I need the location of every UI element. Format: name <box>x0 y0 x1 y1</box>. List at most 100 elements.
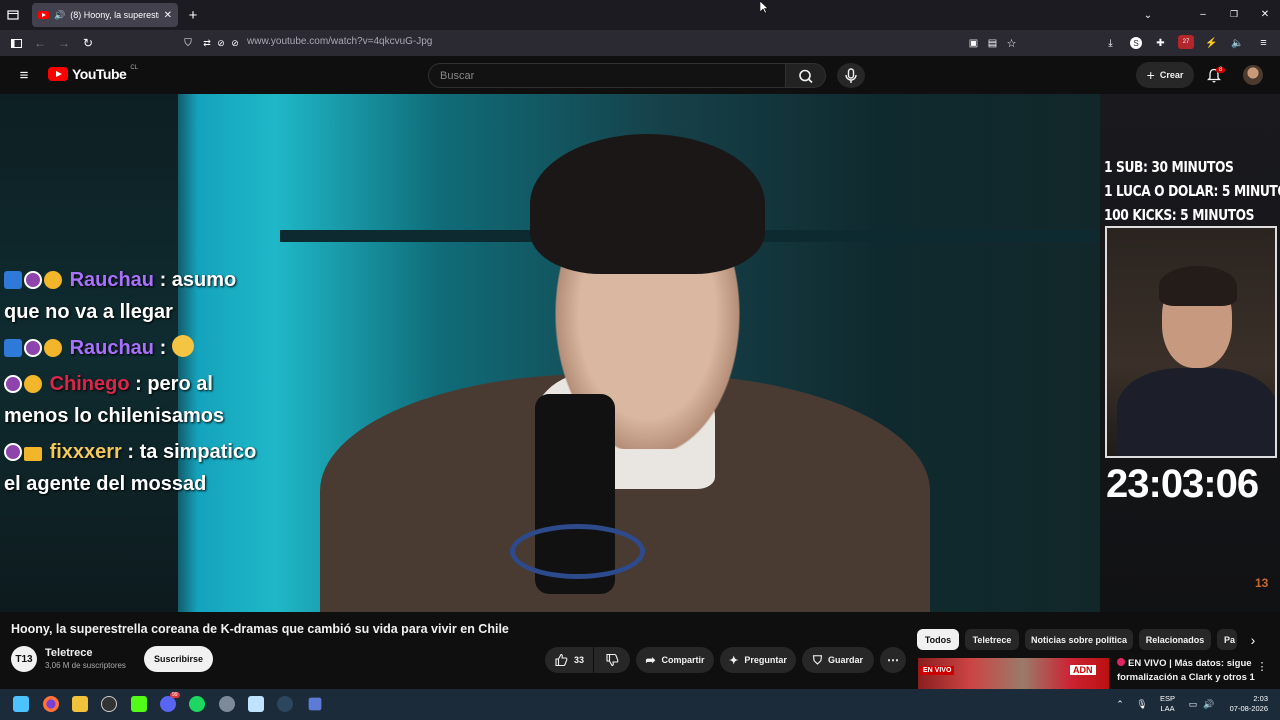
sidebar-icon[interactable] <box>9 36 23 50</box>
chip-relacionados[interactable]: Relacionados <box>1139 629 1211 650</box>
ds-badge-icon <box>4 443 22 461</box>
menu-icon[interactable]: ≡ <box>1257 37 1270 49</box>
live-dot-icon <box>1117 658 1125 666</box>
new-tab-button[interactable]: + <box>186 7 200 24</box>
chat-username: Rauchau <box>69 269 155 291</box>
forward-button[interactable]: → <box>57 36 71 50</box>
close-window-button[interactable]: ✕ <box>1258 7 1272 21</box>
discord-icon[interactable] <box>160 696 176 712</box>
recommendation-menu-icon[interactable]: ⋮ <box>1256 659 1268 673</box>
extension-counter-icon[interactable]: 27 <box>1178 35 1194 49</box>
chat-message-continued: menos lo chilenisamos <box>4 405 225 427</box>
shield-icon[interactable]: ⛉ <box>182 37 194 49</box>
firefox-icon[interactable] <box>43 696 59 712</box>
subscribe-button[interactable]: Suscribirse <box>144 646 213 672</box>
thinking-emote-icon <box>171 335 194 357</box>
chip-politica[interactable]: Noticias sobre política <box>1025 629 1133 650</box>
windows-start-icon[interactable] <box>13 696 29 712</box>
ask-button[interactable]: ✦ Preguntar <box>720 647 796 673</box>
youtube-header: ≡ YouTube CL Buscar <box>0 56 1280 94</box>
steam-icon[interactable] <box>277 696 293 712</box>
sparkle-icon: ✦ <box>729 654 739 667</box>
app-icon[interactable] <box>308 697 322 711</box>
extensions-icon[interactable]: ✚ <box>1154 37 1167 49</box>
chip-partial[interactable]: Pa <box>1217 629 1237 650</box>
like-button[interactable]: 33 <box>545 647 593 673</box>
extension-purple-icon[interactable]: ⚡ <box>1205 37 1218 49</box>
chevron-down-icon[interactable]: ⌄ <box>1141 8 1155 22</box>
share-icon: ➦ <box>645 653 656 667</box>
volume-extension-icon[interactable]: 🔈 <box>1231 37 1244 49</box>
recommendation-title[interactable]: EN VIVO | Más datos: sigue formalización… <box>1117 657 1257 685</box>
maximize-button[interactable]: ❐ <box>1227 7 1241 21</box>
video-title: Hoony, la superestrella coreana de K-dra… <box>11 622 509 636</box>
voice-search-button[interactable] <box>837 63 865 88</box>
ds-badge-icon <box>24 339 42 357</box>
chat-text: : pero al <box>135 373 213 395</box>
tab-list-icon[interactable] <box>6 8 20 22</box>
channel-avatar[interactable]: T13 <box>11 646 37 672</box>
minimize-button[interactable]: – <box>1196 7 1210 21</box>
permissions-icon[interactable]: ⇄ <box>201 37 213 49</box>
bookmark-star-icon[interactable]: ☆ <box>1005 37 1018 50</box>
notepad-icon[interactable] <box>248 696 264 712</box>
chip-todos[interactable]: Todos <box>917 629 959 650</box>
network-icon[interactable]: ▭ <box>1187 698 1199 710</box>
youtube-logo[interactable]: YouTube CL <box>48 65 138 82</box>
system-clock[interactable]: 2:03 07-08-2026 <box>1226 694 1268 714</box>
chat-text: : asumo <box>159 269 237 291</box>
subathon-goal: 1 SUB: 30 MINUTOS <box>1104 158 1234 176</box>
downloads-icon[interactable]: ⤓ <box>1104 37 1117 49</box>
picture-in-picture-icon[interactable]: ▣ <box>967 37 980 49</box>
thumbs-down-icon <box>606 653 619 667</box>
create-button[interactable]: + Crear <box>1136 62 1194 88</box>
video-mic-mount <box>510 524 645 579</box>
subathon-goal: 1 LUCA O DOLAR: 5 MINUTOS <box>1104 182 1280 200</box>
youtube-favicon-icon <box>38 11 49 19</box>
discord-badge: 99 <box>170 692 180 698</box>
chip-teletrece[interactable]: Teletrece <box>965 629 1019 650</box>
chevron-right-icon[interactable]: › <box>1245 632 1261 648</box>
like-count: 33 <box>573 655 584 665</box>
spotify-icon[interactable] <box>189 696 205 712</box>
language-code: ESP <box>1160 694 1176 703</box>
hamburger-menu-icon[interactable]: ≡ <box>16 67 32 84</box>
chat-text: : ta simpatico <box>127 441 257 463</box>
notifications-badge: 8 <box>1216 67 1226 73</box>
search-input[interactable]: Buscar <box>428 63 786 88</box>
more-actions-button[interactable]: ⋯ <box>880 647 906 673</box>
subscriber-count: 3,06 M de suscriptores <box>45 661 126 670</box>
dislike-button[interactable] <box>594 647 630 673</box>
tracking-blocked-icon[interactable]: ⊘ <box>215 37 227 49</box>
channel-watermark: 13 <box>1255 576 1269 590</box>
browser-tab-active[interactable]: 🔊 (8) Hoony, la superestrella c ✕ <box>32 3 178 27</box>
mute-indicator-icon[interactable]: ⊘ <box>229 37 241 49</box>
search-button[interactable] <box>786 63 826 88</box>
ds-badge-icon <box>24 271 42 289</box>
keyboard-language[interactable]: ESP LAA <box>1160 694 1175 714</box>
chat-username: Rauchau <box>69 337 155 359</box>
youtube-logo-text: YouTube <box>72 66 127 82</box>
speaker-icon[interactable]: 🔊 <box>54 10 65 21</box>
create-label: Crear <box>1159 70 1184 80</box>
save-button[interactable]: ⛉ Guardar <box>802 647 874 673</box>
account-icon[interactable]: S <box>1130 37 1142 49</box>
back-button[interactable]: ← <box>33 36 47 50</box>
close-tab-icon[interactable]: ✕ <box>164 10 172 21</box>
user-avatar[interactable] <box>1243 65 1263 85</box>
reader-view-icon[interactable]: ▤ <box>986 37 999 49</box>
tray-chevron-up-icon[interactable]: ⌃ <box>1114 698 1126 710</box>
tier-one-badge-icon <box>44 339 62 357</box>
share-button[interactable]: ➦ Compartir <box>636 647 714 673</box>
url-field[interactable]: www.youtube.com/watch?v=4qkcvuG-Jpg <box>247 36 432 47</box>
reload-button[interactable]: ↻ <box>81 36 95 50</box>
file-explorer-icon[interactable] <box>72 696 88 712</box>
settings-gear-icon[interactable] <box>219 696 235 712</box>
kick-icon[interactable] <box>131 696 147 712</box>
ds-badge-icon <box>4 375 22 393</box>
volume-icon[interactable]: 🔊 <box>1203 698 1215 710</box>
obs-icon[interactable] <box>101 696 117 712</box>
channel-name[interactable]: Teletrece <box>45 647 93 659</box>
video-person-hair <box>530 134 765 274</box>
microphone-tray-icon[interactable]: 🎙 <box>1136 698 1148 710</box>
